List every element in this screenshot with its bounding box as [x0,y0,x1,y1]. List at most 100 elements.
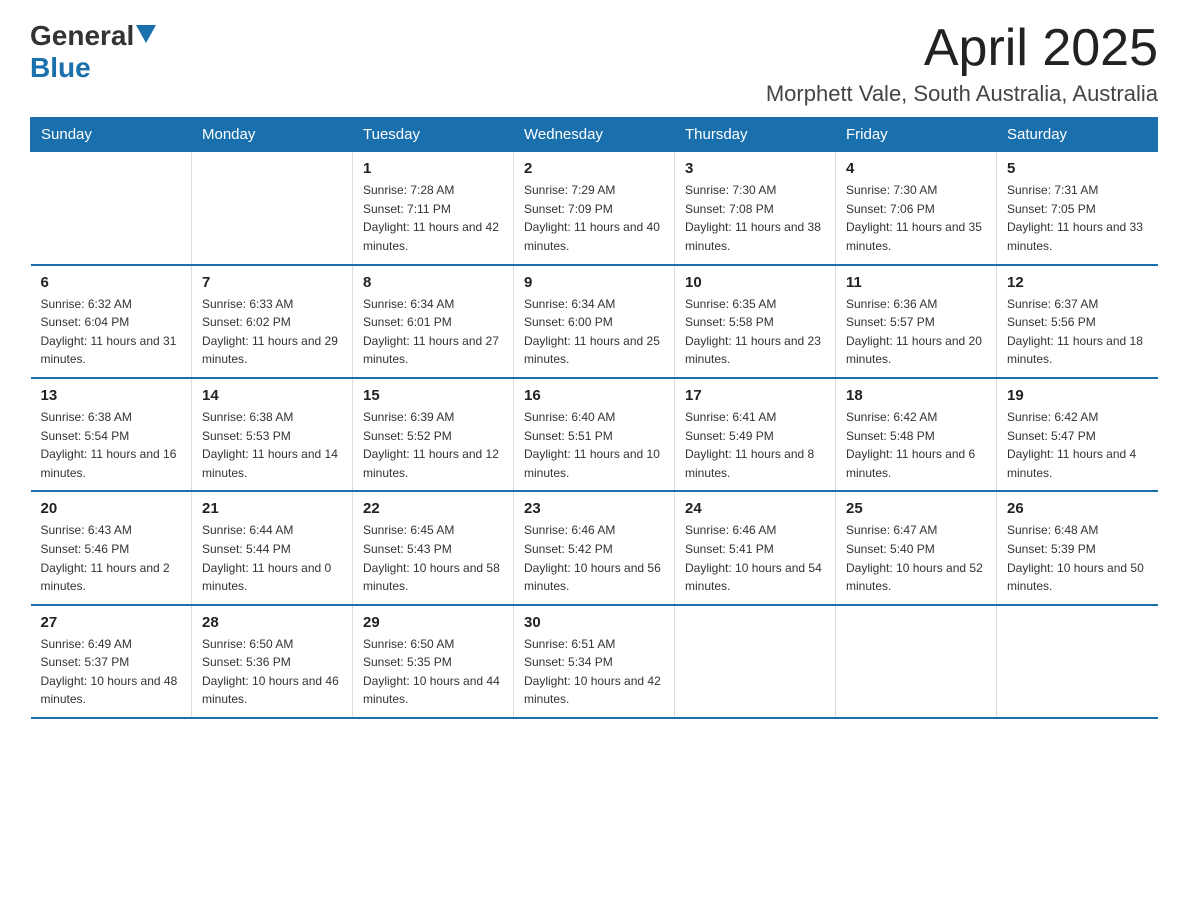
calendar-cell [997,605,1158,718]
day-info: Sunrise: 6:41 AMSunset: 5:49 PMDaylight:… [685,408,825,482]
day-info: Sunrise: 6:34 AMSunset: 6:01 PMDaylight:… [363,295,503,369]
calendar-cell: 24Sunrise: 6:46 AMSunset: 5:41 PMDayligh… [675,491,836,604]
day-number: 12 [1007,274,1148,291]
day-number: 16 [524,387,664,404]
weekday-header: Saturday [997,118,1158,152]
logo: General Blue [30,20,156,84]
day-number: 20 [41,500,182,517]
calendar-cell [192,152,353,265]
day-info: Sunrise: 6:43 AMSunset: 5:46 PMDaylight:… [41,521,182,595]
day-info: Sunrise: 7:31 AMSunset: 7:05 PMDaylight:… [1007,181,1148,255]
day-number: 8 [363,274,503,291]
day-info: Sunrise: 6:40 AMSunset: 5:51 PMDaylight:… [524,408,664,482]
logo-wordmark: General Blue [30,20,156,84]
calendar-week-row: 6 Sunrise: 6:32 AMSunset: 6:04 PMDaylight… [31,265,1158,378]
day-number: 28 [202,614,342,631]
calendar-week-row: 13Sunrise: 6:38 AMSunset: 5:54 PMDayligh… [31,378,1158,491]
day-number: 7 [202,274,342,291]
day-info: Sunrise: 6:49 AMSunset: 5:37 PMDaylight:… [41,635,182,709]
day-info: Sunrise: 6:34 AMSunset: 6:00 PMDaylight:… [524,295,664,369]
day-number: 5 [1007,160,1148,177]
weekday-header: Sunday [31,118,192,152]
calendar-cell: 22Sunrise: 6:45 AMSunset: 5:43 PMDayligh… [353,491,514,604]
day-info: Sunrise: 7:30 AMSunset: 7:08 PMDaylight:… [685,181,825,255]
calendar-cell [836,605,997,718]
day-number: 27 [41,614,182,631]
day-info: Sunrise: 7:28 AMSunset: 7:11 PMDaylight:… [363,181,503,255]
day-number: 11 [846,274,986,291]
day-number: 4 [846,160,986,177]
day-info: Sunrise: 6:46 AMSunset: 5:42 PMDaylight:… [524,521,664,595]
calendar-cell: 18 Sunrise: 6:42 AMSunset: 5:48 PMDayligh… [836,378,997,491]
day-info: Sunrise: 6:48 AMSunset: 5:39 PMDaylight:… [1007,521,1148,595]
day-number: 29 [363,614,503,631]
day-number: 15 [363,387,503,404]
calendar-cell: 4Sunrise: 7:30 AMSunset: 7:06 PMDaylight… [836,152,997,265]
calendar-cell: 27 Sunrise: 6:49 AMSunset: 5:37 PMDayligh… [31,605,192,718]
day-info: Sunrise: 6:39 AMSunset: 5:52 PMDaylight:… [363,408,503,482]
day-info: Sunrise: 6:50 AMSunset: 5:35 PMDaylight:… [363,635,503,709]
calendar-header-row: SundayMondayTuesdayWednesdayThursdayFrid… [31,118,1158,152]
weekday-header: Tuesday [353,118,514,152]
day-info: Sunrise: 6:42 AMSunset: 5:48 PMDaylight:… [846,408,986,482]
calendar-cell: 29 Sunrise: 6:50 AMSunset: 5:35 PMDayligh… [353,605,514,718]
day-info: Sunrise: 6:45 AMSunset: 5:43 PMDaylight:… [363,521,503,595]
calendar-cell: 30Sunrise: 6:51 AMSunset: 5:34 PMDayligh… [514,605,675,718]
day-number: 30 [524,614,664,631]
day-number: 17 [685,387,825,404]
day-number: 26 [1007,500,1148,517]
calendar-cell: 20 Sunrise: 6:43 AMSunset: 5:46 PMDayligh… [31,491,192,604]
calendar-cell [31,152,192,265]
calendar-cell [675,605,836,718]
calendar-cell: 10 Sunrise: 6:35 AMSunset: 5:58 PMDayligh… [675,265,836,378]
day-info: Sunrise: 6:36 AMSunset: 5:57 PMDaylight:… [846,295,986,369]
day-info: Sunrise: 6:38 AMSunset: 5:53 PMDaylight:… [202,408,342,482]
page-header: General Blue April 2025 Morphett Vale, S… [30,20,1158,107]
calendar-cell: 11 Sunrise: 6:36 AMSunset: 5:57 PMDayligh… [836,265,997,378]
weekday-header: Thursday [675,118,836,152]
weekday-header: Friday [836,118,997,152]
calendar-cell: 2Sunrise: 7:29 AMSunset: 7:09 PMDaylight… [514,152,675,265]
calendar-week-row: 27 Sunrise: 6:49 AMSunset: 5:37 PMDayligh… [31,605,1158,718]
day-number: 10 [685,274,825,291]
calendar-cell: 3 Sunrise: 7:30 AMSunset: 7:08 PMDaylight… [675,152,836,265]
calendar-cell: 9 Sunrise: 6:34 AMSunset: 6:00 PMDaylight… [514,265,675,378]
calendar-cell: 5 Sunrise: 7:31 AMSunset: 7:05 PMDaylight… [997,152,1158,265]
day-info: Sunrise: 6:32 AMSunset: 6:04 PMDaylight:… [41,295,182,369]
day-number: 14 [202,387,342,404]
day-number: 23 [524,500,664,517]
day-info: Sunrise: 6:35 AMSunset: 5:58 PMDaylight:… [685,295,825,369]
calendar-cell: 15 Sunrise: 6:39 AMSunset: 5:52 PMDayligh… [353,378,514,491]
day-number: 3 [685,160,825,177]
day-info: Sunrise: 6:42 AMSunset: 5:47 PMDaylight:… [1007,408,1148,482]
calendar-week-row: 1 Sunrise: 7:28 AMSunset: 7:11 PMDaylight… [31,152,1158,265]
location-title: Morphett Vale, South Australia, Australi… [766,81,1158,107]
day-info: Sunrise: 6:44 AMSunset: 5:44 PMDaylight:… [202,521,342,595]
day-number: 1 [363,160,503,177]
calendar-cell: 12Sunrise: 6:37 AMSunset: 5:56 PMDayligh… [997,265,1158,378]
day-number: 9 [524,274,664,291]
weekday-header: Monday [192,118,353,152]
month-title: April 2025 [766,20,1158,77]
calendar-week-row: 20 Sunrise: 6:43 AMSunset: 5:46 PMDayligh… [31,491,1158,604]
calendar-cell: 6 Sunrise: 6:32 AMSunset: 6:04 PMDaylight… [31,265,192,378]
logo-blue-text: Blue [30,52,91,83]
calendar-cell: 25Sunrise: 6:47 AMSunset: 5:40 PMDayligh… [836,491,997,604]
weekday-header: Wednesday [514,118,675,152]
calendar-cell: 23 Sunrise: 6:46 AMSunset: 5:42 PMDayligh… [514,491,675,604]
day-number: 18 [846,387,986,404]
day-info: Sunrise: 6:33 AMSunset: 6:02 PMDaylight:… [202,295,342,369]
logo-general-text: General [30,20,134,52]
calendar-cell: 26 Sunrise: 6:48 AMSunset: 5:39 PMDayligh… [997,491,1158,604]
day-number: 6 [41,274,182,291]
calendar-cell: 16 Sunrise: 6:40 AMSunset: 5:51 PMDayligh… [514,378,675,491]
calendar-cell: 8 Sunrise: 6:34 AMSunset: 6:01 PMDaylight… [353,265,514,378]
calendar-cell: 19Sunrise: 6:42 AMSunset: 5:47 PMDayligh… [997,378,1158,491]
calendar-cell: 28 Sunrise: 6:50 AMSunset: 5:36 PMDayligh… [192,605,353,718]
day-info: Sunrise: 6:50 AMSunset: 5:36 PMDaylight:… [202,635,342,709]
day-number: 25 [846,500,986,517]
calendar-cell: 14 Sunrise: 6:38 AMSunset: 5:53 PMDayligh… [192,378,353,491]
day-number: 21 [202,500,342,517]
day-info: Sunrise: 7:29 AMSunset: 7:09 PMDaylight:… [524,181,664,255]
calendar-table: SundayMondayTuesdayWednesdayThursdayFrid… [30,117,1158,719]
